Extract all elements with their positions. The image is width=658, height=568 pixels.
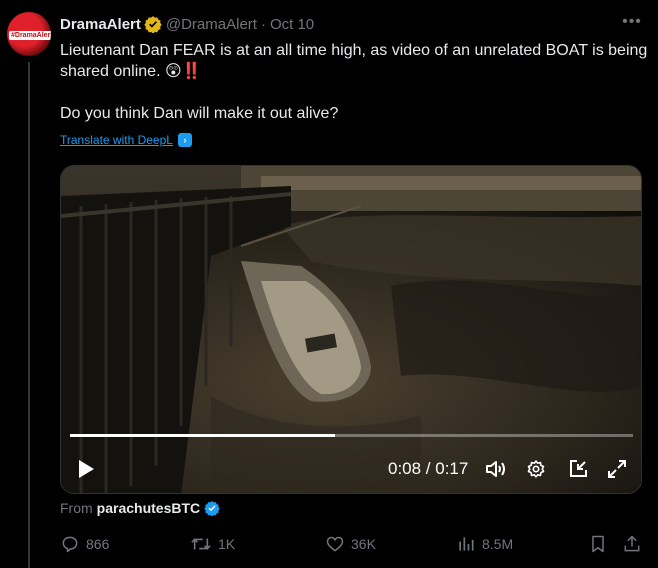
like-icon [325, 534, 345, 554]
separator-dot: · [260, 15, 266, 33]
like-button[interactable]: 36K [325, 533, 376, 555]
video-frame [61, 166, 641, 493]
repost-icon [190, 534, 212, 554]
avatar[interactable]: #DramaAlert [7, 12, 51, 56]
progress-bar[interactable] [70, 434, 633, 437]
settings-icon[interactable] [521, 451, 551, 487]
action-bar: 866 1K 36K 8.5M [60, 533, 650, 555]
views-icon [456, 534, 476, 554]
source-prefix: From [60, 500, 93, 516]
verified-gold-icon[interactable] [144, 15, 162, 34]
minimize-icon[interactable] [563, 451, 593, 487]
bookmark-button[interactable] [588, 533, 608, 555]
video-controls: 0:08 / 0:17 [61, 451, 641, 487]
like-count: 36K [351, 536, 376, 552]
video-time: 0:08 / 0:17 [388, 459, 469, 478]
tweet-header: DramaAlert @DramaAlert · Oct 10 [60, 14, 314, 34]
reply-icon [60, 534, 80, 554]
views-count: 8.5M [482, 536, 514, 552]
deepl-icon: › [177, 133, 192, 147]
source-attribution: From parachutesBTC [60, 500, 220, 516]
repost-count: 1K [218, 536, 236, 552]
reply-count: 866 [86, 536, 110, 552]
more-icon[interactable]: ••• [620, 12, 644, 32]
fullscreen-icon[interactable] [602, 451, 632, 487]
progress-fill [70, 434, 335, 437]
author-name[interactable]: DramaAlert [60, 16, 141, 33]
translate-link[interactable]: Translate with DeepL › [60, 133, 192, 147]
source-name[interactable]: parachutesBTC [97, 500, 200, 516]
verified-blue-icon [204, 500, 220, 516]
tweet-text-line1: Lieutenant Dan FEAR is at an all time hi… [60, 42, 648, 80]
tweet-text: Lieutenant Dan FEAR is at an all time hi… [60, 40, 650, 124]
reply-button[interactable]: 866 [60, 533, 109, 555]
avatar-logo-text: #DramaAlert [9, 31, 51, 40]
bookmark-icon [588, 534, 608, 554]
tweet-text-line2: Do you think Dan will make it out alive? [60, 105, 339, 122]
translate-label[interactable]: Translate with DeepL [60, 133, 173, 147]
share-icon [622, 534, 642, 554]
views-button[interactable]: 8.5M [456, 533, 513, 555]
volume-icon[interactable] [481, 451, 511, 487]
tweet-date[interactable]: Oct 10 [270, 16, 314, 33]
repost-button[interactable]: 1K [190, 533, 235, 555]
video-player[interactable]: 0:08 / 0:17 [60, 165, 642, 494]
thread-line [28, 62, 30, 568]
share-button[interactable] [622, 533, 642, 555]
author-handle[interactable]: @DramaAlert [166, 16, 257, 33]
play-icon[interactable] [71, 451, 101, 487]
